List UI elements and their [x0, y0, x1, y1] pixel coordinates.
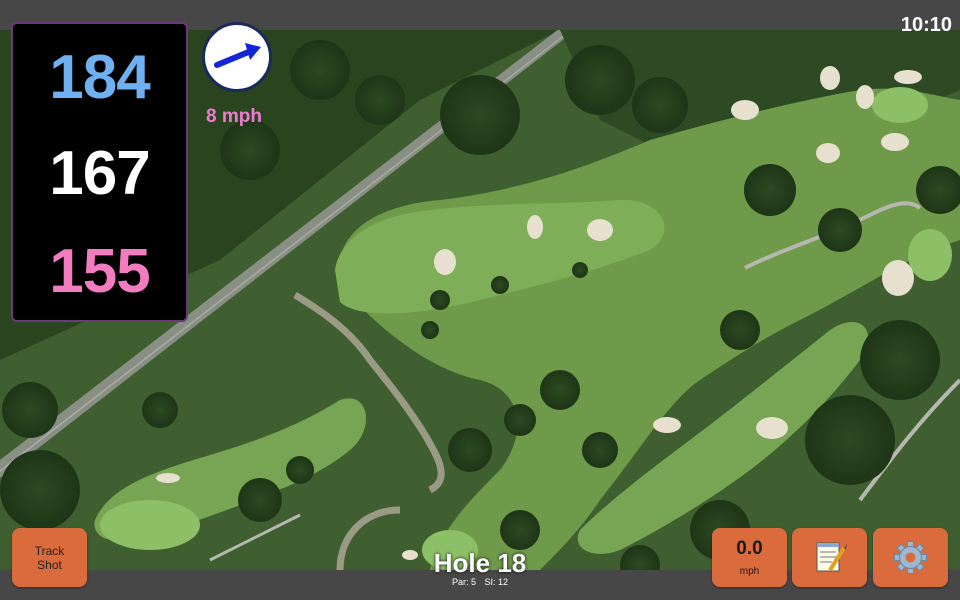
middle-distance: 167 — [49, 139, 150, 208]
back-distance: 184 — [49, 43, 150, 112]
speed-unit: mph — [739, 566, 760, 577]
status-clock: 10:10 — [900, 14, 952, 36]
track-shot-label-line1: Track — [34, 544, 65, 558]
hole-par: Par: 5 — [451, 577, 476, 587]
distance-panel: 184 167 155 — [11, 22, 188, 322]
front-distance: 155 — [49, 237, 150, 306]
notepad-icon — [816, 542, 847, 572]
hole-meta: Par: 5 SI: 12 — [380, 577, 580, 587]
speed-button[interactable]: 0.0 mph — [712, 528, 787, 587]
track-shot-label-line2: Shot — [37, 558, 62, 572]
speed-value: 0.0 — [736, 538, 763, 559]
notes-button[interactable] — [792, 528, 867, 587]
hole-title: Hole 18 — [433, 548, 527, 578]
hole-stroke-index: SI: 12 — [484, 577, 509, 587]
settings-button[interactable] — [873, 528, 948, 587]
gear-icon — [894, 541, 927, 574]
track-shot-button[interactable]: Track Shot — [12, 528, 87, 587]
wind-direction-indicator — [202, 22, 272, 92]
wind-speed: 8 mph — [206, 106, 262, 127]
wind-direction-arrow-icon — [214, 43, 261, 68]
